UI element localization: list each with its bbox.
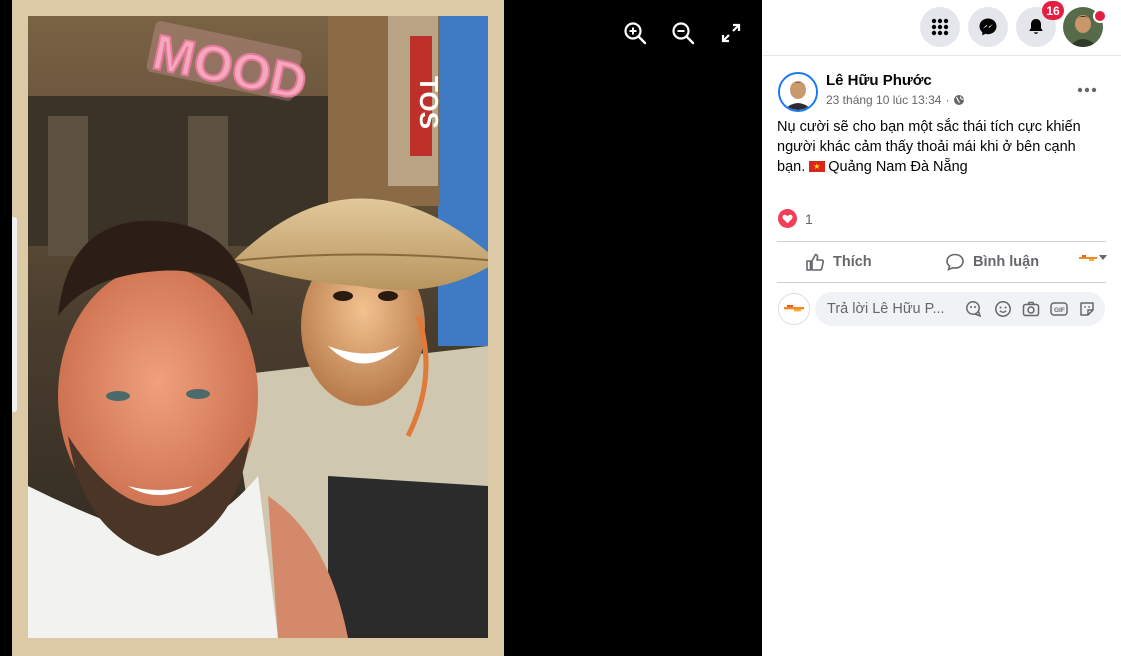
zoom-out-icon[interactable] — [670, 20, 696, 46]
comment-button[interactable]: Bình luận — [945, 244, 1039, 280]
post-as-selector[interactable] — [1079, 254, 1107, 262]
more-options-button[interactable] — [1072, 78, 1102, 102]
post-body: Nụ cười sẽ cho bạn một sắc thái tích cực… — [777, 117, 1107, 177]
photo-viewer: MOOD TOS — [0, 0, 762, 656]
svg-text:GIF: GIF — [1054, 307, 1065, 314]
post-photo[interactable]: MOOD TOS — [28, 16, 488, 638]
globe-icon — [953, 94, 965, 106]
like-button[interactable]: Thích — [805, 244, 872, 280]
chevron-down-icon — [1099, 255, 1107, 261]
post-location[interactable]: Quảng Nam Đà Nẵng — [828, 159, 967, 175]
messenger-icon[interactable] — [968, 7, 1008, 47]
reply-input[interactable] — [827, 292, 963, 326]
author-name[interactable]: Lê Hữu Phước — [826, 72, 932, 89]
reaction-count: 1 — [805, 210, 813, 227]
zoom-in-icon[interactable] — [622, 20, 648, 46]
reply-box: GIF — [815, 292, 1105, 326]
gif-icon[interactable]: GIF — [1050, 300, 1068, 318]
vietnam-flag-icon — [809, 161, 826, 172]
photo-frame: MOOD TOS — [12, 0, 504, 656]
post-timestamp[interactable]: 23 tháng 10 lúc 13:34 — [826, 93, 941, 107]
status-dot — [1093, 9, 1107, 23]
author-avatar[interactable] — [778, 72, 818, 112]
avatar-sticker-icon[interactable] — [965, 300, 983, 318]
panel-handle[interactable] — [12, 217, 17, 412]
page-logo-icon — [1079, 254, 1097, 262]
like-label: Thích — [833, 254, 872, 270]
grid-icon[interactable] — [920, 7, 960, 47]
camera-icon[interactable] — [1022, 300, 1040, 318]
divider — [777, 241, 1106, 242]
heart-icon — [778, 209, 797, 228]
notification-count-badge: 16 — [1042, 1, 1064, 20]
emoji-icon[interactable] — [994, 300, 1012, 318]
thumbs-up-icon — [805, 252, 825, 272]
comment-icon — [945, 252, 965, 272]
expand-icon[interactable] — [718, 20, 744, 46]
commenter-avatar[interactable] — [778, 293, 810, 325]
sign-text: TOS — [414, 76, 444, 129]
comment-label: Bình luận — [973, 254, 1040, 270]
reaction-summary[interactable]: 1 — [778, 209, 813, 228]
post-meta: 23 tháng 10 lúc 13:34 · — [826, 93, 965, 107]
divider — [777, 282, 1106, 283]
meta-separator: · — [945, 93, 950, 107]
sticker-icon[interactable] — [1078, 300, 1096, 318]
